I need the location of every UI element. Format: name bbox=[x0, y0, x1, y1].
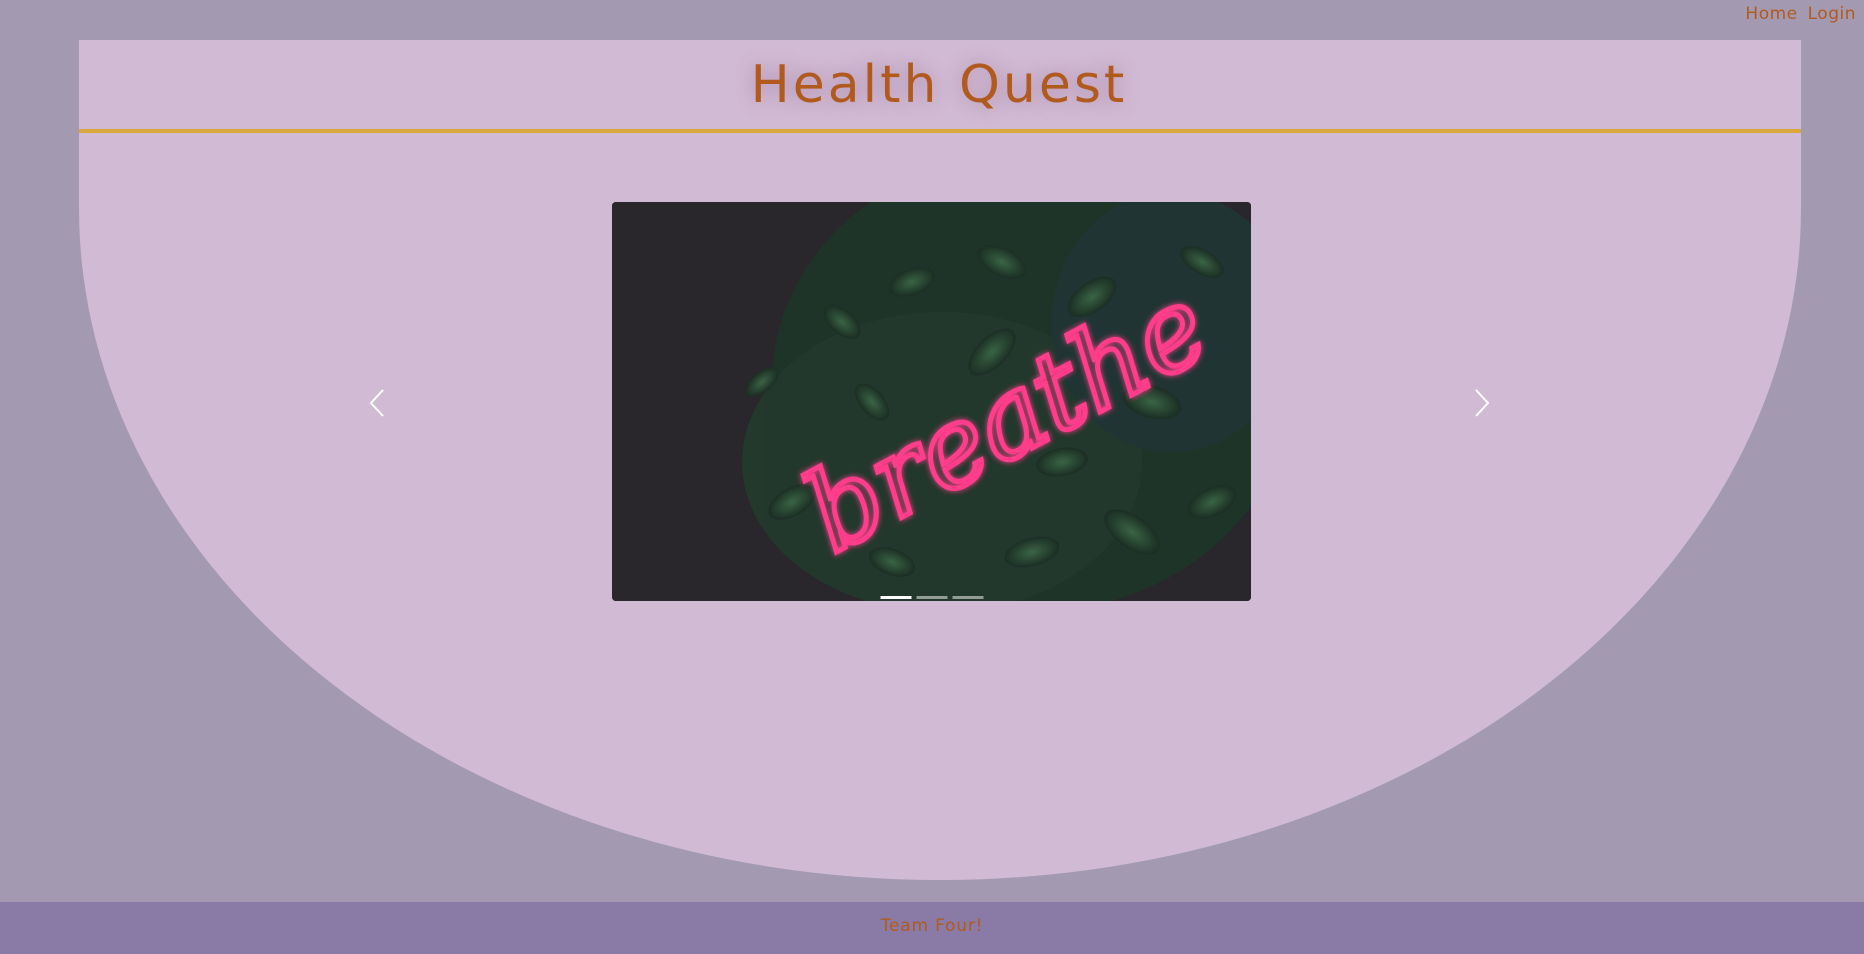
main-card: Health Quest breathe bbox=[79, 40, 1801, 880]
page: Home Login Health Quest breathe Team Fou… bbox=[0, 0, 1864, 954]
image-carousel[interactable]: breathe bbox=[612, 202, 1251, 601]
carousel-indicator-1[interactable] bbox=[880, 596, 911, 599]
carousel-indicators bbox=[880, 596, 983, 599]
breathe-neon-image: breathe bbox=[612, 202, 1251, 601]
carousel-prev-button[interactable] bbox=[362, 383, 392, 423]
nav-login-link[interactable]: Login bbox=[1808, 4, 1856, 24]
chevron-left-icon bbox=[369, 389, 384, 417]
carousel-indicator-2[interactable] bbox=[916, 596, 947, 599]
chevron-right-icon bbox=[1475, 389, 1490, 417]
carousel-indicator-3[interactable] bbox=[952, 596, 983, 599]
nav-home-link[interactable]: Home bbox=[1745, 4, 1797, 24]
carousel-next-button[interactable] bbox=[1467, 383, 1497, 423]
top-nav: Home Login bbox=[1745, 4, 1856, 24]
footer-text: Team Four! bbox=[880, 916, 984, 936]
footer: Team Four! bbox=[0, 902, 1864, 954]
carousel-slide: breathe bbox=[612, 202, 1251, 601]
site-header: Health Quest bbox=[79, 40, 1801, 133]
site-title: Health Quest bbox=[750, 54, 1128, 115]
